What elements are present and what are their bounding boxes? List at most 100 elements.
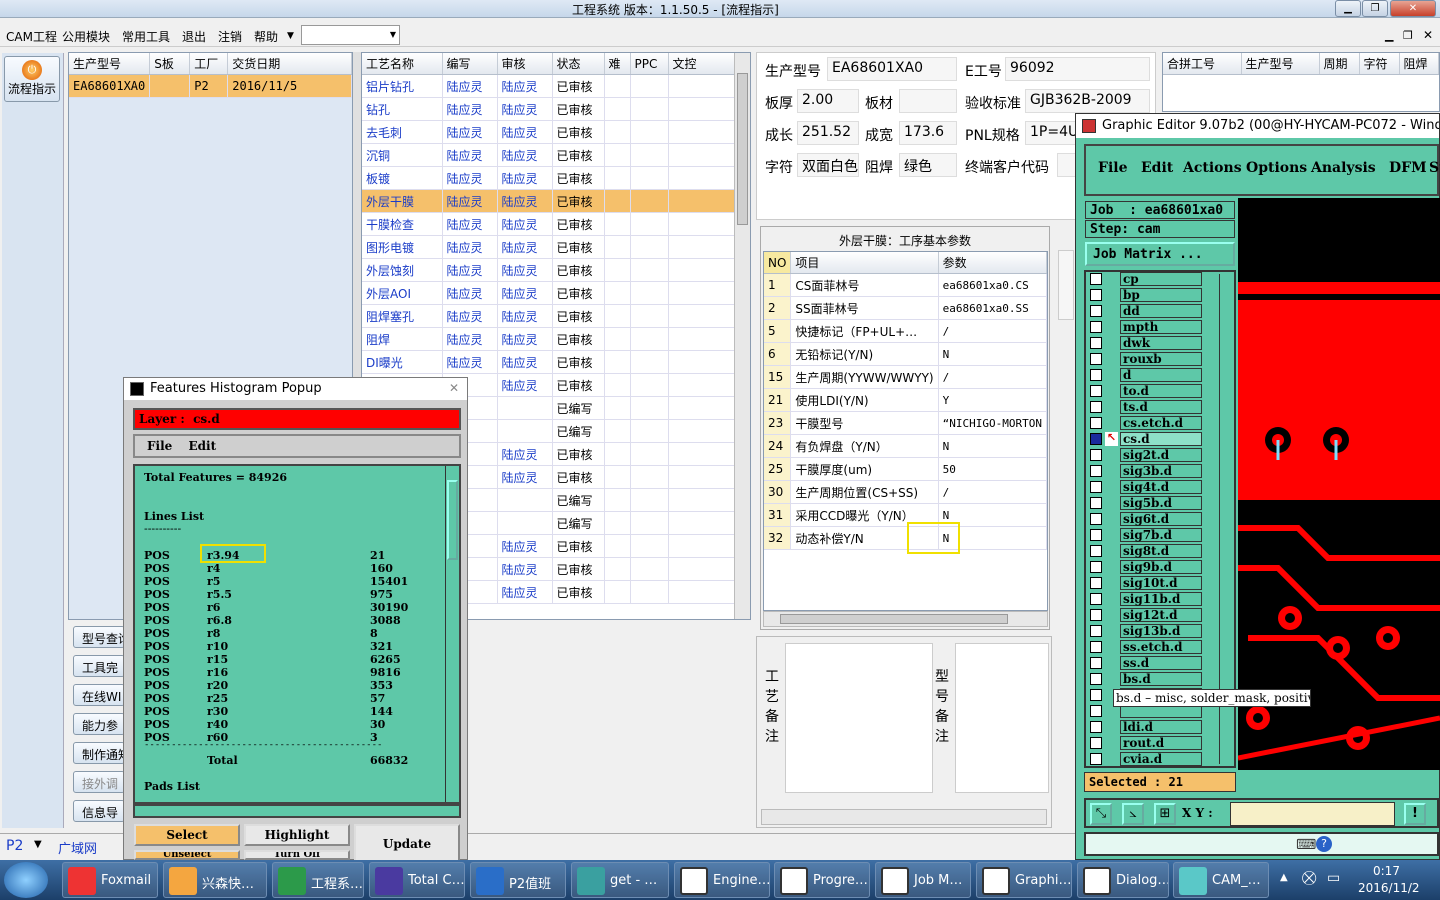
param-row[interactable]: 31 采用CCD曝光（Y/N） N [764,503,1048,527]
menu-public[interactable]: 公用模块 [62,28,110,45]
help-icon[interactable]: ? [1316,836,1332,852]
layer-checkbox[interactable] [1090,305,1102,317]
layer-row[interactable]: d [1090,368,1202,382]
tray-expand-icon[interactable]: ▲ [1280,872,1288,883]
flow-indicator-button[interactable]: ⏻ 流程指示 [4,56,60,102]
taskbar-item[interactable]: Job M… [875,862,971,898]
taskbar-item[interactable]: get - … [571,862,669,898]
layer-checkbox[interactable] [1090,657,1102,669]
layer-row[interactable]: bp [1090,288,1202,302]
layer-row[interactable]: ss.d [1090,656,1202,670]
taskbar-item[interactable]: Graphi… [976,862,1072,898]
layer-checkbox[interactable] [1090,513,1102,525]
process-row[interactable]: 图形电镀 陆应灵 陆应灵 已审核 [362,235,750,259]
col-value[interactable]: 参数 [938,252,1048,274]
taskbar-item[interactable]: Foxmail [62,862,158,898]
col-item[interactable]: 项目 [790,252,939,274]
taskbar-item[interactable]: Dialog… [1077,862,1169,898]
layer-row[interactable]: rout.d [1090,736,1202,750]
layer-row[interactable]: sig9b.d [1090,560,1202,574]
col-author[interactable]: 编写 [442,53,498,75]
menu-help[interactable]: 帮助 [254,28,278,45]
layer-checkbox[interactable] [1090,321,1102,333]
layer-checkbox[interactable] [1090,641,1102,653]
layer-row[interactable]: sig4t.d [1090,480,1202,494]
select-button[interactable]: Select [134,824,240,846]
scroll-thumb[interactable] [737,73,748,225]
side-button-tools[interactable]: 工具完 [73,655,125,677]
job-row[interactable]: EA68601XA0 P2 2016/11/5 [69,74,352,98]
layer-checkbox[interactable] [1090,689,1102,701]
layer-checkbox[interactable] [1090,465,1102,477]
layer-row[interactable]: sig3b.d [1090,464,1202,478]
taskbar-item[interactable]: Total C… [369,862,465,898]
col-model[interactable]: 生产型号 [69,53,151,75]
menu-logout[interactable]: 注销 [218,28,242,45]
layer-checkbox[interactable] [1090,289,1102,301]
taskbar-item[interactable]: Engine… [674,862,770,898]
col-merge-char[interactable]: 字符 [1359,53,1400,75]
layer-row[interactable]: cp [1090,272,1202,286]
process-row[interactable]: 外层蚀刻 陆应灵 陆应灵 已审核 [362,258,750,282]
param-row[interactable]: 1 CS面菲林号 ea68601xa0.CS [764,273,1048,297]
param-row[interactable]: 15 生产周期(YYWW/WWYY) / [764,365,1048,389]
process-notes-field[interactable] [785,643,933,793]
layer-row[interactable]: dd [1090,304,1202,318]
col-merge-mask[interactable]: 阻焊 [1399,53,1439,75]
highlight-button[interactable]: Highlight [244,824,350,846]
scroll-thumb[interactable] [447,480,458,560]
layer-checkbox[interactable] [1090,529,1102,541]
measure-icon[interactable]: ⦣ [1122,803,1144,825]
mdi-minimize-icon[interactable]: ▁ [1385,29,1393,42]
menu-tools[interactable]: 常用工具 [122,28,170,45]
layer-checkbox[interactable] [1090,497,1102,509]
param-row[interactable]: 24 有负焊盘（Y/N） N [764,434,1048,458]
col-factory[interactable]: 工厂 [189,53,229,75]
layer-row[interactable]: sig8t.d [1090,544,1202,558]
layer-row[interactable]: cvia.d [1090,752,1202,766]
col-process-name[interactable]: 工艺名称 [362,53,443,75]
toolbar-combo[interactable]: ▼ [301,25,400,45]
graphic-canvas[interactable] [1238,198,1440,770]
layer-checkbox[interactable] [1090,545,1102,557]
histogram-hscroll[interactable] [133,804,461,818]
layer-checkbox[interactable] [1090,401,1102,413]
process-scrollbar[interactable] [734,53,750,619]
param-row[interactable]: 2 SS面菲林号 ea68601xa0.SS [764,296,1048,320]
process-row[interactable]: 干膜检查 陆应灵 陆应灵 已审核 [362,212,750,236]
process-row[interactable]: 去毛刺 陆应灵 陆应灵 已审核 [362,120,750,144]
layer-checkbox[interactable] [1090,449,1102,461]
layer-row[interactable]: rouxb [1090,352,1202,366]
side-button-info[interactable]: 信息导 [73,800,125,822]
layer-checkbox[interactable] [1090,593,1102,605]
editor-menu-actions[interactable]: Actions [1183,160,1242,176]
mdi-close-icon[interactable]: ✕ [1423,28,1433,42]
layer-checkbox[interactable] [1090,433,1102,445]
param-row[interactable]: 5 快捷标记（FP+UL+… / [764,319,1048,343]
layer-checkbox[interactable] [1090,337,1102,349]
zoom-fit-icon[interactable]: ⤡ [1090,803,1112,825]
info-icon[interactable]: ! [1404,803,1426,825]
process-row[interactable]: 钻孔 陆应灵 陆应灵 已审核 [362,97,750,121]
layer-checkbox[interactable] [1090,625,1102,637]
layer-row[interactable]: sig5b.d [1090,496,1202,510]
layer-row[interactable]: sig6t.d [1090,512,1202,526]
editor-menu-edit[interactable]: Edit [1141,160,1173,176]
side-button-external[interactable]: 接外调 [73,771,125,793]
col-status[interactable]: 状态 [552,53,605,75]
start-button[interactable] [4,862,48,898]
layer-checkbox[interactable] [1090,385,1102,397]
param-row[interactable]: 25 干膜厚度(um) 50 [764,457,1048,481]
process-row[interactable]: 阻焊 陆应灵 陆应灵 已审核 [362,327,750,351]
params-hscroll[interactable] [763,611,1048,627]
histogram-vscroll[interactable] [445,466,459,802]
side-button-model-query[interactable]: 型号查询 [73,626,125,648]
col-difficulty[interactable]: 难 [604,53,631,75]
layer-row[interactable]: dwk [1090,336,1202,350]
layer-checkbox[interactable] [1090,353,1102,365]
editor-menu-st[interactable]: St [1429,160,1440,176]
layer-checkbox[interactable] [1090,737,1102,749]
process-row[interactable]: 外层干膜 陆应灵 陆应灵 已审核 [362,189,750,213]
display-icon[interactable]: ▭ [1327,870,1340,886]
process-row[interactable]: DI曝光 陆应灵 陆应灵 已审核 [362,350,750,374]
